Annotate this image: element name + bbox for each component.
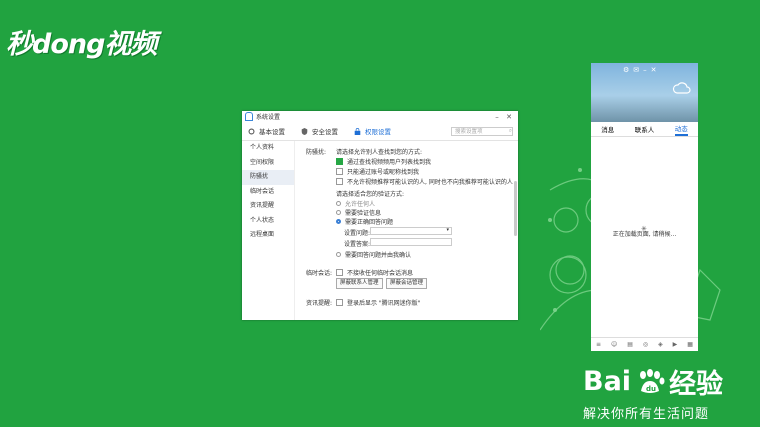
paw-icon: du bbox=[640, 368, 665, 393]
tab-permissions[interactable]: 权限设置 bbox=[354, 126, 391, 136]
skin-icon[interactable]: ⚙ bbox=[623, 66, 629, 74]
answer-input[interactable] bbox=[370, 238, 452, 246]
blocked-sessions-button[interactable]: 屏蔽会话管理 bbox=[386, 278, 428, 289]
video-brand-logo: 秒dong视频 bbox=[6, 29, 157, 60]
panel-footer-toolbar: ≡ ☺ ▤ ◎ ◈ ▶ ▦ bbox=[591, 337, 698, 351]
add-contact-icon[interactable]: ☺ bbox=[611, 341, 617, 348]
question-select[interactable]: ▾ bbox=[370, 227, 452, 235]
sidebar-item-status[interactable]: 个人状态 bbox=[242, 214, 294, 229]
sidebar-item-profile[interactable]: 个人资料 bbox=[242, 141, 294, 156]
sidebar-item-news[interactable]: 资讯提醒 bbox=[242, 199, 294, 214]
menu-icon[interactable]: ≡ bbox=[596, 341, 601, 348]
baidu-slogan: 解决你所有生活问题 bbox=[583, 407, 710, 422]
sidebar-item-remote[interactable]: 远程桌面 bbox=[242, 228, 294, 243]
temp-chat-label: 临时会话: bbox=[306, 270, 333, 277]
minimize-icon[interactable]: – bbox=[643, 66, 647, 74]
tab-security[interactable]: 安全设置 bbox=[301, 126, 338, 136]
temp-chat-option[interactable]: 不接收任何临时会话消息 bbox=[336, 268, 413, 277]
file-icon[interactable]: ▤ bbox=[627, 341, 633, 348]
blocked-contacts-button[interactable]: 屏蔽联系人管理 bbox=[336, 278, 383, 289]
sidebar-item-temp-chat[interactable]: 临时会话 bbox=[242, 185, 294, 200]
system-settings-window: 系统设置 – ✕ 基本设置 安全设置 权限设置 搜索设置项 ⌕ 个人资料 空间权… bbox=[242, 111, 518, 320]
mail-icon[interactable]: ✉ bbox=[633, 66, 639, 74]
minimize-icon[interactable]: – bbox=[491, 113, 503, 121]
verify-title: 请选择适合您的验证方式: bbox=[336, 191, 405, 198]
checkbox[interactable] bbox=[336, 299, 343, 306]
checkbox[interactable] bbox=[336, 168, 343, 175]
tab-contacts[interactable]: 联系人 bbox=[635, 124, 655, 134]
answer-confirm-option[interactable]: 需要回答问题并由我确认 bbox=[336, 250, 411, 259]
find-option-2[interactable]: 只能通过账号或昵称找到我 bbox=[336, 167, 419, 176]
sidebar-item-space[interactable]: 空间权限 bbox=[242, 156, 294, 171]
video-icon[interactable]: ▶ bbox=[673, 341, 678, 348]
news-option[interactable]: 登录后显示 "腾讯网迷你版" bbox=[336, 298, 420, 307]
svg-text:du: du bbox=[646, 385, 656, 393]
verify-option-2[interactable]: 需要验证信息 bbox=[336, 208, 381, 217]
settings-tabs: 基本设置 安全设置 权限设置 搜索设置项 ⌕ bbox=[242, 122, 518, 141]
answer-label: 设置答案: bbox=[344, 241, 371, 248]
news-label: 资讯提醒: bbox=[306, 300, 333, 307]
weather-icon bbox=[672, 82, 691, 94]
profile-banner: ⚙ ✉ – ✕ bbox=[591, 63, 698, 122]
shield-icon bbox=[301, 127, 308, 135]
tab-basic[interactable]: 基本设置 bbox=[248, 126, 285, 136]
radio[interactable] bbox=[336, 252, 341, 257]
app-icon bbox=[245, 112, 253, 121]
app-icon[interactable]: ◎ bbox=[643, 341, 648, 348]
tab-feed[interactable]: 动态 bbox=[674, 123, 688, 136]
baidu-jingyan-watermark: Bai du 经验 解决你所有生活问题 bbox=[583, 362, 723, 422]
verify-option-3[interactable]: 需要正确回答问题 bbox=[336, 217, 393, 226]
settings-sidebar: 个人资料 空间权限 防骚扰 临时会话 资讯提醒 个人状态 远程桌面 bbox=[242, 141, 295, 320]
window-title: 系统设置 bbox=[256, 114, 281, 121]
chat-client-panel: ⚙ ✉ – ✕ 消息 联系人 动态 ✳ 正在加载页面, 请稍候... ≡ ☺ ▤… bbox=[591, 63, 698, 351]
chevron-down-icon: ▾ bbox=[446, 227, 449, 233]
sidebar-item-anti-harass[interactable]: 防骚扰 bbox=[242, 170, 294, 185]
settings-content: 防骚扰: 请选择允许别人查找到您的方式: 通过查找视频频用户列表找到我 只能通过… bbox=[302, 144, 513, 320]
close-icon[interactable]: ✕ bbox=[651, 66, 657, 74]
gear-icon bbox=[248, 128, 255, 134]
checkbox[interactable] bbox=[336, 178, 343, 185]
radio-selected[interactable] bbox=[336, 219, 341, 224]
more-icon[interactable]: ▦ bbox=[687, 341, 693, 348]
window-titlebar: 系统设置 – ✕ bbox=[242, 111, 518, 122]
checkbox-checked[interactable] bbox=[336, 158, 343, 165]
settings-search-input[interactable]: 搜索设置项 ⌕ bbox=[451, 126, 513, 136]
checkbox[interactable] bbox=[336, 269, 343, 276]
scrollbar[interactable] bbox=[514, 181, 517, 236]
tab-messages[interactable]: 消息 bbox=[601, 124, 614, 134]
panel-tabs: 消息 联系人 动态 bbox=[591, 122, 698, 137]
section-label: 防骚扰: bbox=[306, 149, 327, 156]
game-icon[interactable]: ◈ bbox=[658, 341, 663, 348]
loading-text: 正在加载页面, 请稍候... bbox=[612, 231, 677, 238]
find-title: 请选择允许别人查找到您的方式: bbox=[336, 149, 423, 156]
search-icon[interactable]: ⌕ bbox=[509, 128, 512, 135]
close-icon[interactable]: ✕ bbox=[503, 113, 515, 121]
question-label: 设置问题: bbox=[344, 230, 371, 237]
verify-option-1[interactable]: 允许任何人 bbox=[336, 199, 375, 208]
lock-icon bbox=[354, 127, 361, 135]
find-option-3[interactable]: 不允许视频推荐可能认识的人, 同时也不向我推荐可能认识的人 bbox=[336, 177, 513, 186]
radio[interactable] bbox=[336, 210, 341, 215]
panel-toolbar: ⚙ ✉ – ✕ bbox=[623, 66, 657, 74]
baidu-logo: Bai du 经验 bbox=[583, 366, 724, 400]
radio[interactable] bbox=[336, 201, 341, 206]
find-option-1[interactable]: 通过查找视频频用户列表找到我 bbox=[336, 157, 431, 166]
